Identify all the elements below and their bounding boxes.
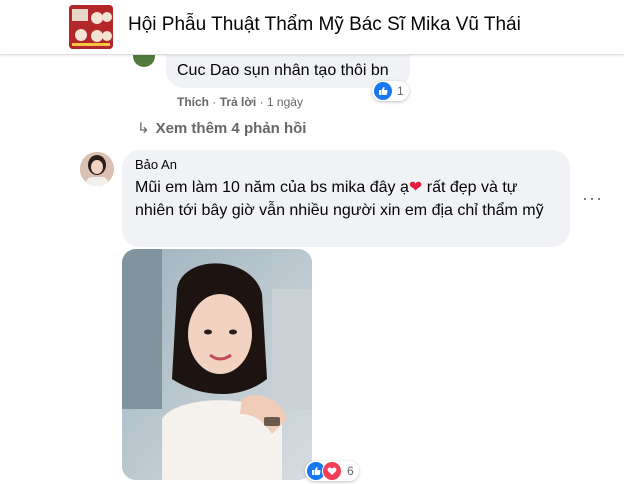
comment-photo[interactable] (122, 249, 312, 480)
photo-reactions[interactable]: 6 (305, 461, 359, 481)
avatar-photo (80, 152, 114, 186)
separator: · (259, 95, 267, 109)
reply-reactions[interactable]: 1 (372, 81, 409, 101)
comment-author-name[interactable]: Bảo An (135, 157, 177, 172)
thumbs-up-icon (374, 82, 392, 100)
comment-text: Mũi em làm 10 năm của bs mika đây ạ❤ rất… (135, 176, 555, 222)
reply-actions: Thích · Trả lời · 1 ngày (177, 95, 303, 109)
reply-reaction-count: 1 (397, 84, 404, 98)
group-avatar[interactable] (69, 5, 113, 49)
comment-feed (0, 55, 624, 484)
like-link[interactable]: Thích (177, 95, 209, 109)
group-logo-icon (69, 5, 113, 49)
view-more-replies[interactable]: ↳ Xem thêm 4 phản hồi (137, 119, 306, 137)
reply-link[interactable]: Trả lời (220, 95, 257, 109)
heart-icon (322, 461, 342, 481)
group-header: Hội Phẫu Thuật Thẩm Mỹ Bác Sĩ Mika Vũ Th… (0, 0, 624, 55)
reply-arrow-icon: ↳ (137, 120, 150, 137)
reply-timestamp[interactable]: 1 ngày (267, 95, 303, 109)
separator: · (212, 95, 220, 109)
photo-reaction-count: 6 (347, 464, 354, 478)
view-more-label: Xem thêm 4 phản hồi (155, 120, 307, 137)
comment-author-avatar[interactable] (80, 152, 114, 186)
heart-icon: ❤ (408, 179, 423, 196)
reply-text: Cuc Dao sụn nhân tạo thôi bn (177, 62, 389, 79)
comment-text-part: Mũi em làm 10 năm của bs mika đây ạ (135, 179, 409, 196)
more-dots-icon[interactable]: ··· (582, 188, 603, 209)
group-title[interactable]: Hội Phẫu Thuật Thẩm Mỹ Bác Sĩ Mika Vũ Th… (128, 14, 521, 36)
selfie-image (122, 249, 312, 480)
